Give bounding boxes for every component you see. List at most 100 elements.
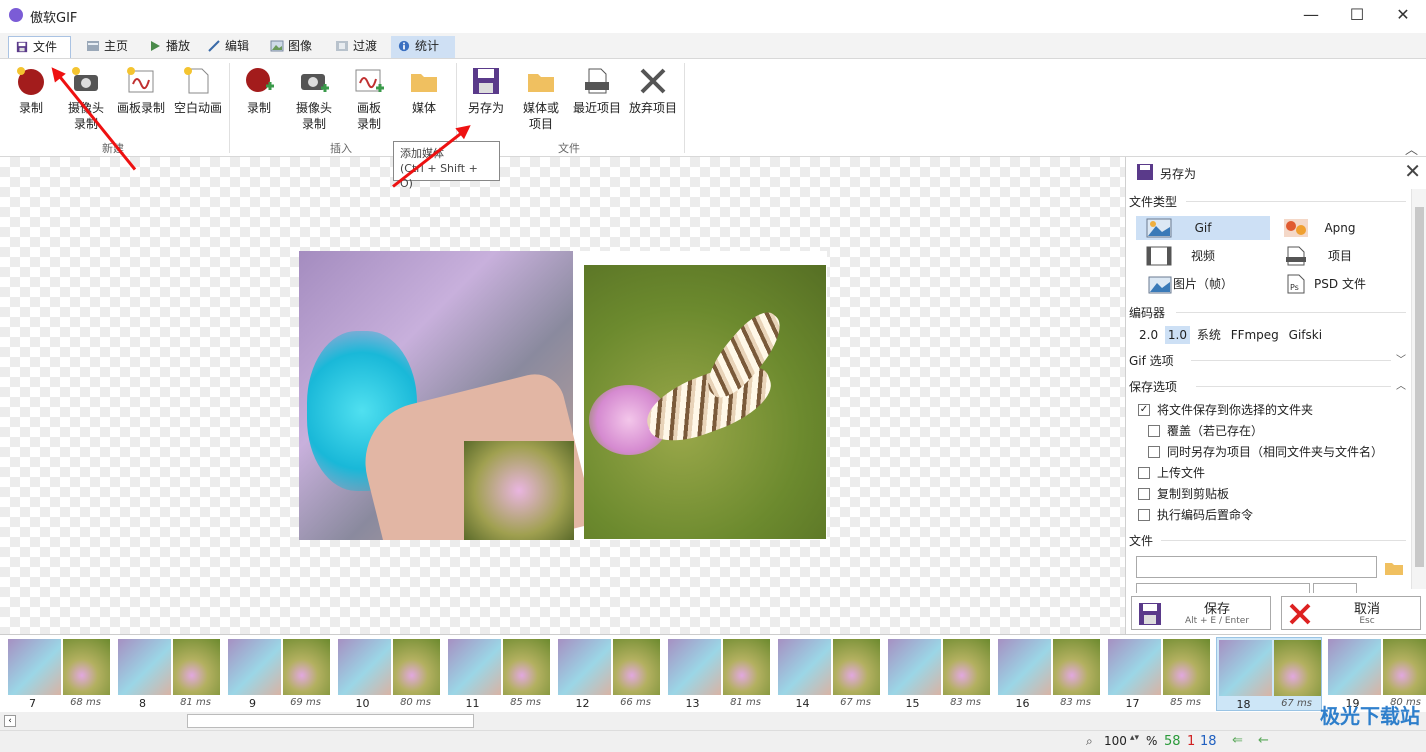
zoom-stepper[interactable]: ▴▾ [1130, 733, 1139, 743]
collapse-chevron-icon[interactable]: ︿ [1396, 377, 1406, 392]
frame-delay: 67 ms [840, 697, 871, 708]
cancel-x-icon [1289, 603, 1311, 625]
filetype-label: Apng [1324, 221, 1356, 235]
recent-files-icon [585, 68, 609, 94]
frame-right-photo [63, 639, 110, 695]
encoder-system[interactable]: 系统 [1194, 326, 1224, 344]
frame-number: 10 [355, 697, 370, 710]
frame-thumbnail[interactable]: 17 85 ms [1106, 637, 1212, 711]
frame-thumbnail[interactable]: 7 68 ms [6, 637, 112, 711]
output-folder-input[interactable] [1136, 556, 1377, 578]
frame-left-photo [998, 639, 1051, 695]
checkbox[interactable] [1138, 488, 1150, 500]
filetype-apng[interactable]: Apng [1273, 216, 1407, 240]
frame-thumbnail[interactable]: 9 69 ms [226, 637, 332, 711]
tab-home[interactable]: 主页 [80, 36, 138, 58]
new-board-button[interactable]: 画板录制 [113, 59, 169, 116]
minimize-button[interactable]: — [1288, 0, 1334, 32]
frame-thumbnail[interactable]: 10 80 ms [336, 637, 442, 711]
checkbox-checked[interactable]: ✓ [1138, 404, 1150, 416]
frame-thumbnail[interactable]: 15 83 ms [886, 637, 992, 711]
cancel-button[interactable]: 取消 Esc [1281, 596, 1421, 630]
save-icon [16, 41, 28, 53]
checkbox[interactable] [1148, 446, 1160, 458]
divider [1196, 386, 1391, 387]
filetype-image-frames[interactable]: 图片（帧） [1136, 272, 1270, 296]
frame-thumbnail[interactable]: 16 83 ms [996, 637, 1102, 711]
nav-prev-icon[interactable]: ← [1258, 733, 1269, 748]
filetype-gif[interactable]: Gif [1136, 216, 1270, 240]
editor-canvas[interactable] [0, 157, 1125, 634]
frame-count: 58 [1164, 734, 1181, 749]
maximize-button[interactable]: ☐ [1334, 0, 1380, 32]
close-panel-icon[interactable]: ✕ [1404, 159, 1421, 183]
folder-icon [528, 74, 554, 92]
button-label: 项目 [528, 117, 553, 131]
recent-projects-button[interactable]: 最近项目 [570, 59, 624, 116]
checkbox[interactable] [1138, 467, 1150, 479]
insert-webcam-button[interactable]: 摄像头 录制 [288, 59, 340, 132]
save-options-label[interactable]: 保存选项 [1129, 378, 1177, 395]
save-as-button[interactable]: 另存为 [463, 59, 509, 116]
checkbox[interactable] [1138, 509, 1150, 521]
checkbox[interactable] [1148, 425, 1160, 437]
tab-edit[interactable]: 编辑 [201, 36, 259, 58]
camera-icon [301, 74, 329, 92]
timeline-scrollbar[interactable]: ‹ [0, 712, 1426, 730]
tab-transition[interactable]: 过渡 [329, 36, 387, 58]
frame-image [118, 639, 220, 695]
insert-media-button[interactable]: 媒体 [401, 59, 447, 116]
discard-project-button[interactable]: 放弃项目 [626, 59, 680, 116]
filetype-project[interactable]: 项目 [1273, 244, 1407, 268]
frame-thumbnail[interactable]: 8 81 ms [116, 637, 222, 711]
close-window-button[interactable]: ✕ [1380, 0, 1426, 32]
scrollbar-thumb[interactable] [1415, 207, 1424, 567]
filetype-psd[interactable]: Ps PSD 文件 [1273, 272, 1407, 296]
browse-folder-icon[interactable] [1384, 560, 1404, 576]
extension-select[interactable] [1313, 583, 1357, 593]
frame-thumbnail[interactable]: 13 81 ms [666, 637, 772, 711]
frame-delay: 85 ms [510, 697, 541, 708]
tab-file[interactable]: 文件 [8, 36, 71, 58]
save-button[interactable]: 保存 Alt + E / Enter [1131, 596, 1271, 630]
new-blank-animation-button[interactable]: 空白动画 [170, 59, 226, 116]
frame-number: 11 [465, 697, 480, 710]
collapse-ribbon-icon[interactable]: ︿ [1405, 139, 1418, 158]
save-as-panel: 另存为 ✕ 文件类型 Gif Apng 视频 项目 图片（帧） Ps PSD 文… [1125, 157, 1426, 634]
gif-options-label[interactable]: Gif 选项 [1129, 352, 1174, 369]
insert-record-button[interactable]: 录制 [236, 59, 282, 116]
tab-label: 图像 [288, 39, 313, 53]
nav-first-icon[interactable]: ⇐ [1232, 733, 1243, 748]
scroll-left-icon[interactable]: ‹ [4, 715, 16, 727]
button-label: 画板 [356, 101, 381, 115]
tab-image[interactable]: 图像 [264, 36, 322, 58]
divider [1161, 540, 1406, 541]
frame-right-photo [1163, 639, 1210, 695]
encoder-1-0[interactable]: 1.0 [1164, 326, 1191, 344]
media-or-project-button[interactable]: 媒体或 项目 [517, 59, 565, 132]
frame-thumbnail[interactable]: 18 67 ms [1216, 637, 1322, 711]
frame-thumbnail[interactable]: 11 85 ms [446, 637, 552, 711]
expand-chevron-icon[interactable]: ﹀ [1396, 351, 1406, 366]
tab-statistics[interactable]: 统计 [391, 36, 455, 58]
insert-board-button[interactable]: 画板 录制 [346, 59, 392, 132]
zoom-value[interactable]: 100 [1104, 734, 1127, 748]
scrollbar-thumb[interactable] [187, 714, 474, 728]
filetype-video[interactable]: 视频 [1136, 244, 1270, 268]
moth-wing [638, 354, 780, 452]
frame-thumbnail[interactable]: 12 66 ms [556, 637, 662, 711]
encoder-2-0[interactable]: 2.0 [1136, 326, 1161, 344]
filename-input[interactable] [1136, 583, 1310, 593]
tab-play[interactable]: 播放 [142, 36, 198, 58]
new-record-button[interactable]: 录制 [6, 59, 56, 116]
encoder-ffmpeg[interactable]: FFmpeg [1228, 326, 1282, 344]
zoom-icon: ⌕ [1086, 734, 1093, 748]
new-webcam-button[interactable]: 摄像头 录制 [60, 59, 112, 132]
encoder-gifski[interactable]: Gifski [1286, 326, 1325, 344]
option-label: 执行编码后置命令 [1157, 508, 1254, 522]
frame-thumbnail[interactable]: 14 67 ms [776, 637, 882, 711]
panel-scrollbar[interactable] [1411, 189, 1426, 589]
frame-right-photo [723, 639, 770, 695]
cancel-label: 取消 [1353, 602, 1380, 617]
frame-number: 7 [29, 697, 36, 710]
